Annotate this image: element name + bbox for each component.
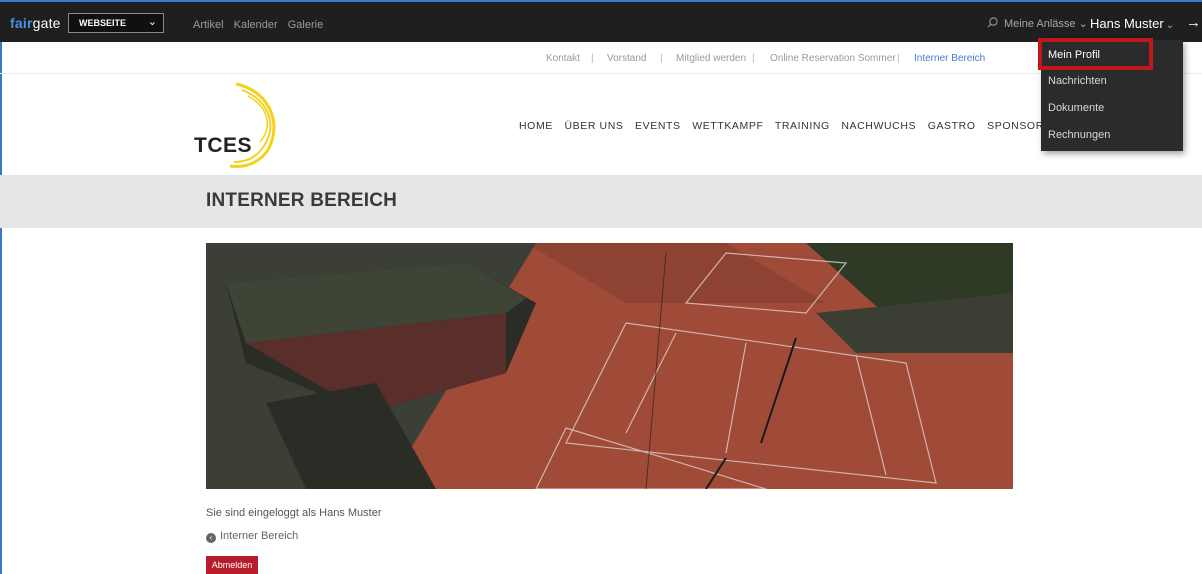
logout-icon[interactable]: → bbox=[1186, 14, 1201, 31]
admin-nav-artikel[interactable]: Artikel bbox=[193, 19, 224, 31]
metanav-separator: | bbox=[897, 53, 900, 64]
meine-anlaesse-menu[interactable]: Meine Anlässe ⌄ bbox=[1004, 17, 1088, 30]
menu-item-nachrichten[interactable]: Nachrichten bbox=[1048, 75, 1107, 87]
admin-nav-kalender[interactable]: Kalender bbox=[234, 19, 278, 31]
meine-anlaesse-label: Meine Anlässe bbox=[1004, 18, 1076, 30]
metanav-mitglied-werden[interactable]: Mitglied werden bbox=[676, 53, 746, 64]
fairgate-logo[interactable]: fairgate bbox=[10, 15, 61, 31]
site-selector-label: WEBSEITE bbox=[79, 18, 127, 28]
back-link[interactable]: ‹ Interner Bereich bbox=[206, 530, 298, 543]
annotation-highlight-box bbox=[1038, 38, 1153, 70]
brand-fair: fair bbox=[10, 15, 33, 31]
nav-home[interactable]: HOME bbox=[519, 120, 553, 132]
menu-item-dokumente[interactable]: Dokumente bbox=[1048, 102, 1104, 114]
user-name: Hans Muster bbox=[1090, 16, 1164, 31]
tennis-court-photo bbox=[206, 243, 1013, 489]
page-title: INTERNER BEREICH bbox=[206, 190, 398, 211]
site-selector[interactable]: WEBSEITE ⌄ bbox=[68, 13, 164, 33]
nav-events[interactable]: EVENTS bbox=[635, 120, 681, 132]
nav-nachwuchs[interactable]: NACHWUCHS bbox=[841, 120, 916, 132]
admin-nav: Artikel Kalender Galerie bbox=[193, 19, 330, 31]
metanav-vorstand[interactable]: Vorstand bbox=[607, 53, 646, 64]
window-frame bbox=[0, 0, 2, 574]
admin-toolbar: fairgate WEBSEITE ⌄ Artikel Kalender Gal… bbox=[0, 2, 1202, 42]
nav-ueber-uns[interactable]: ÜBER UNS bbox=[564, 120, 623, 132]
meta-navigation: Kontakt | Vorstand | Mitglied werden | O… bbox=[0, 42, 1202, 74]
nav-training[interactable]: TRAINING bbox=[775, 120, 830, 132]
user-menu-button[interactable]: Hans Muster ⌄ bbox=[1090, 16, 1174, 31]
nav-gastro[interactable]: GASTRO bbox=[928, 120, 976, 132]
arrow-left-circle-icon: ‹ bbox=[206, 533, 216, 543]
chevron-down-icon: ⌄ bbox=[147, 16, 157, 28]
logout-button[interactable]: Abmelden bbox=[206, 556, 258, 574]
logged-in-text: Sie sind eingeloggt als Hans Muster bbox=[206, 507, 382, 519]
chevron-down-icon: ⌄ bbox=[1078, 18, 1088, 30]
metanav-separator: | bbox=[752, 53, 755, 64]
search-icon[interactable] bbox=[987, 17, 998, 28]
site-logo[interactable]: TCES bbox=[194, 134, 252, 158]
menu-item-rechnungen[interactable]: Rechnungen bbox=[1048, 129, 1110, 141]
metanav-separator: | bbox=[660, 53, 663, 64]
nav-wettkampf[interactable]: WETTKAMPF bbox=[692, 120, 763, 132]
tennis-court-image bbox=[206, 243, 1013, 489]
main-navigation: HOME ÜBER UNS EVENTS WETTKAMPF TRAINING … bbox=[519, 120, 1068, 132]
back-link-label: Interner Bereich bbox=[220, 530, 299, 542]
metanav-kontakt[interactable]: Kontakt bbox=[546, 53, 580, 64]
chevron-down-icon: ⌄ bbox=[1165, 20, 1175, 31]
admin-nav-galerie[interactable]: Galerie bbox=[288, 19, 323, 31]
metanav-interner-bereich[interactable]: Interner Bereich bbox=[914, 53, 985, 64]
metanav-online-reservation[interactable]: Online Reservation Sommer bbox=[770, 53, 896, 64]
metanav-separator: | bbox=[591, 53, 594, 64]
title-band bbox=[0, 175, 1202, 228]
brand-gate: gate bbox=[32, 15, 61, 31]
